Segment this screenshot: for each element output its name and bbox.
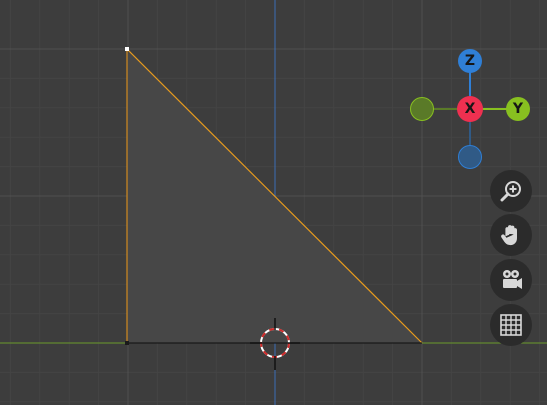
gizmo-y-axis[interactable]: Y — [506, 97, 530, 121]
hand-icon — [501, 225, 517, 246]
3d-viewport[interactable]: Z X Y — [0, 0, 547, 405]
gizmo-y-label: Y — [512, 101, 524, 117]
gizmo-z-label: Z — [464, 53, 476, 69]
pan-button[interactable] — [490, 214, 532, 256]
gizmo-x-axis[interactable]: X — [457, 96, 483, 122]
grid-icon — [500, 314, 522, 336]
vertex-selected[interactable] — [125, 47, 129, 51]
gizmo-z-axis[interactable]: Z — [458, 49, 482, 73]
zoom-icon — [500, 181, 521, 202]
ortho-toggle-button[interactable] — [490, 304, 532, 346]
vertex[interactable] — [125, 341, 129, 345]
camera-icon — [503, 270, 522, 289]
gizmo-neg-z-axis[interactable] — [458, 145, 482, 169]
gizmo-neg-y-axis[interactable] — [410, 97, 434, 121]
camera-view-button[interactable] — [490, 259, 532, 301]
zoom-button[interactable] — [490, 170, 532, 212]
gizmo-x-label: X — [464, 101, 476, 117]
